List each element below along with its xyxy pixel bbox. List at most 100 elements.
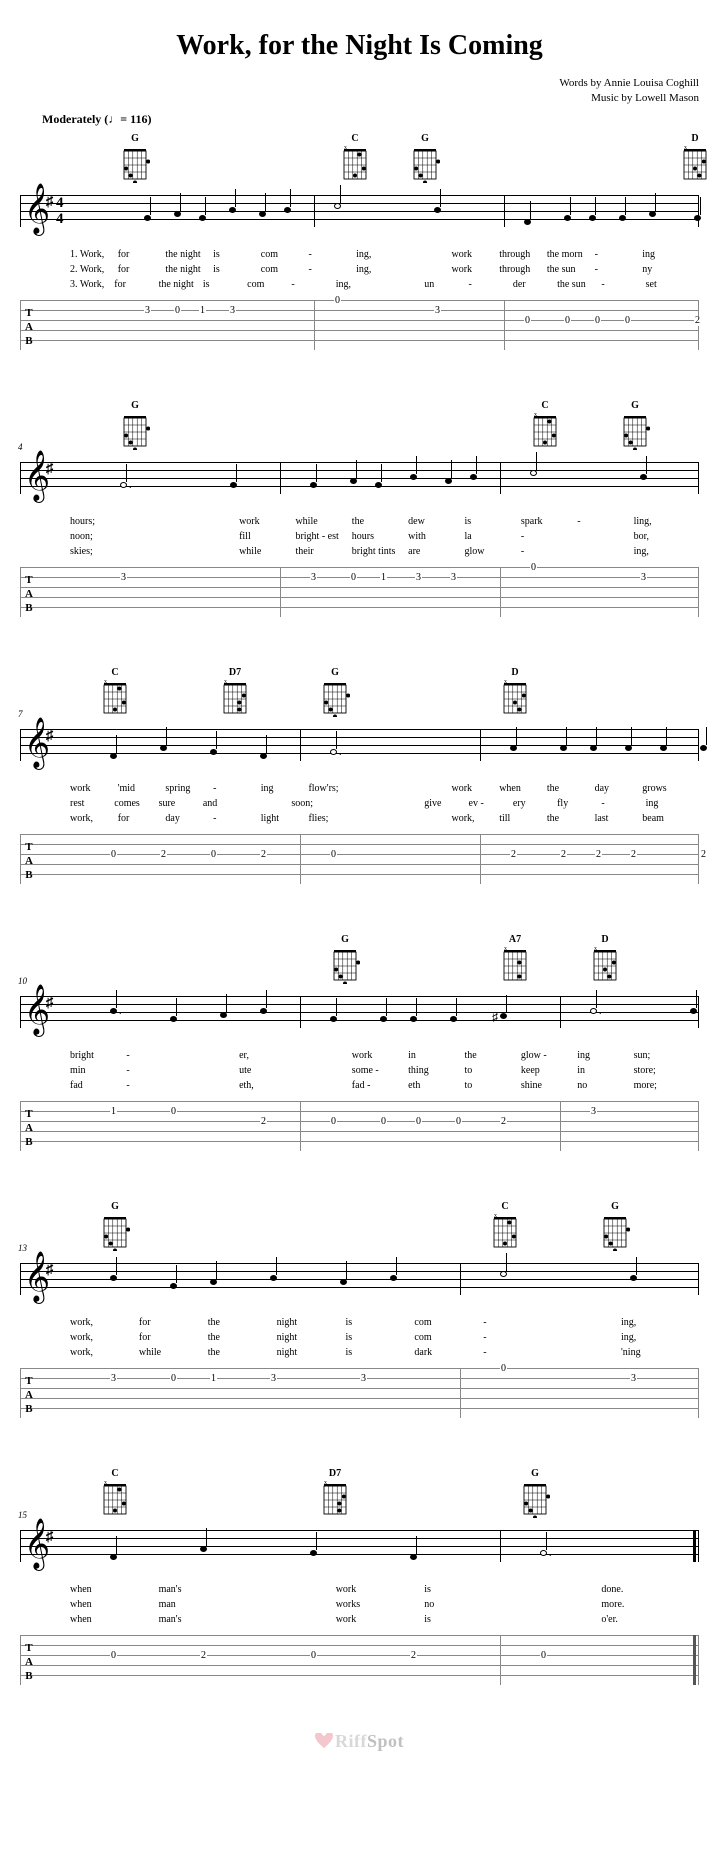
syllable: bor, [634, 529, 690, 544]
syllable: the morn [547, 247, 595, 262]
syllable: skies; [70, 544, 126, 559]
tab-clef: TAB [25, 840, 33, 882]
svg-text:x: x [534, 412, 537, 418]
tab-fret: 0 [170, 1107, 177, 1117]
syllable: comes [114, 796, 158, 811]
tab-clef: TAB [25, 1641, 33, 1683]
tab-fret: 0 [524, 316, 531, 326]
syllable: 2. Work, [70, 262, 118, 277]
chord-diagram-C: x [340, 145, 370, 183]
syllable: spark [521, 514, 577, 529]
syllable: ing, [634, 544, 690, 559]
note [110, 1275, 117, 1281]
syllable: noon; [70, 529, 126, 544]
time-signature: 44 [56, 195, 64, 227]
syllable: the [208, 1315, 277, 1330]
tablature: TAB102000023 [20, 1097, 699, 1157]
chord-diagram-G [410, 145, 440, 183]
chord-G: G [520, 1468, 550, 1518]
syllable: 'mid [118, 781, 166, 796]
syllable: while [295, 514, 351, 529]
note [170, 1283, 177, 1289]
note [200, 1546, 207, 1552]
syllable: - [469, 277, 513, 292]
syllable: der [513, 277, 557, 292]
music-system-4: G A7 x D x 10𝄞♯.♯.bright-er,workintheglo… [20, 930, 699, 1157]
syllable [356, 811, 404, 826]
syllable [513, 1612, 602, 1627]
heart-icon [315, 1733, 333, 1754]
chord-label: C [111, 1468, 118, 1479]
syllable [577, 544, 633, 559]
note [380, 1016, 387, 1022]
syllable: - [308, 247, 356, 262]
accidental: ♯ [492, 1010, 498, 1025]
svg-text:x: x [494, 1213, 497, 1219]
syllable: work, [452, 811, 500, 826]
lyric-line-2: min-utesome -thingtokeepinstore; [70, 1063, 699, 1078]
syllable: ing [577, 1048, 633, 1063]
tab-fret: 3 [110, 1374, 117, 1384]
syllable: man [159, 1597, 248, 1612]
chord-label: D [691, 133, 698, 144]
note [284, 207, 291, 213]
tab-fret: 3 [360, 1374, 367, 1384]
tablature: TAB30130300002 [20, 296, 699, 356]
note [434, 207, 441, 213]
tablature: TAB33013303 [20, 563, 699, 623]
syllable [380, 796, 424, 811]
tab-fret: 0 [310, 1651, 317, 1661]
syllable: and [203, 796, 247, 811]
note [110, 1008, 117, 1014]
syllable: - [483, 1345, 552, 1360]
tab-fret: 1 [210, 1374, 217, 1384]
syllable: - [601, 277, 645, 292]
syllable: with [408, 529, 464, 544]
syllable [552, 1315, 621, 1330]
syllable: set [646, 277, 690, 292]
syllable: bright [70, 1048, 126, 1063]
chord-diagram-C: x [100, 679, 130, 717]
note [310, 482, 317, 488]
note [160, 745, 167, 751]
syllable: sun; [634, 1048, 690, 1063]
chord-diagram-G [120, 412, 150, 450]
syllable: eth [408, 1078, 464, 1093]
tab-fret: 0 [564, 316, 571, 326]
tab-fret: 2 [595, 850, 602, 860]
chord-label: D [511, 667, 518, 678]
tab-fret: 3 [270, 1374, 277, 1384]
syllable: their [295, 544, 351, 559]
syllable: o'er. [601, 1612, 690, 1627]
tempo-marking: Moderately (♩= 116) [42, 112, 699, 127]
syllable: the sun [547, 262, 595, 277]
syllable: spring [165, 781, 213, 796]
tab-fret: 3 [229, 306, 236, 316]
chord-diagram-G [100, 1213, 130, 1251]
syllable: is [346, 1330, 415, 1345]
tablature: TAB0202022222 [20, 830, 699, 890]
syllable [380, 277, 424, 292]
syllable: give [424, 796, 468, 811]
lyrics: 1. Work,forthe nightiscom-ing,workthroug… [70, 247, 699, 292]
syllable: is [346, 1315, 415, 1330]
syllable [126, 544, 182, 559]
staff: 10𝄞♯.♯. [20, 986, 699, 1044]
note [334, 203, 341, 209]
note [694, 215, 701, 221]
syllable: thing [408, 1063, 464, 1078]
syllable: night [277, 1345, 346, 1360]
syllable: when [70, 1597, 159, 1612]
syllable: bright - est [295, 529, 351, 544]
chord-C: C x [490, 1201, 520, 1251]
chord-label: C [111, 667, 118, 678]
lyric-line-2: whenmanworksnomore. [70, 1597, 699, 1612]
syllable: eth, [239, 1078, 295, 1093]
note [564, 215, 571, 221]
syllable: night [277, 1315, 346, 1330]
syllable [126, 514, 182, 529]
note [470, 474, 477, 480]
chord-label: G [611, 1201, 619, 1212]
syllable: work [336, 1582, 425, 1597]
note [649, 211, 656, 217]
